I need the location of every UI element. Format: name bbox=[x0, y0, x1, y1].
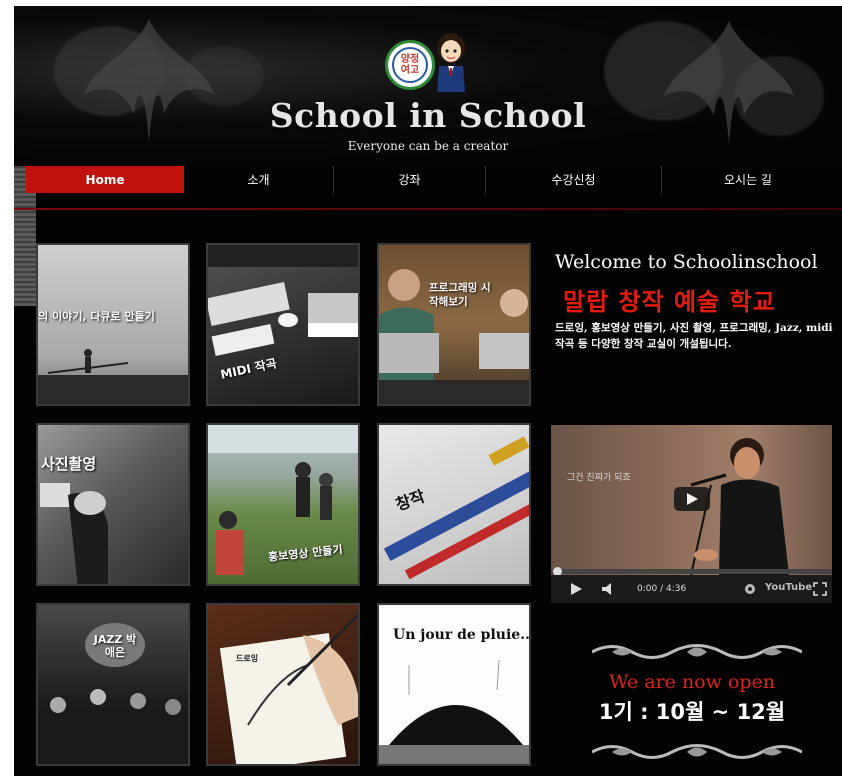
youtube-logo[interactable]: YouTube bbox=[765, 582, 812, 593]
course-tile-creative[interactable]: 창작 bbox=[377, 423, 531, 586]
ornament-bottom-icon bbox=[592, 744, 802, 759]
video-progress-bar[interactable] bbox=[551, 567, 832, 576]
tile-label: 사진촬영 bbox=[41, 455, 97, 473]
course-tile-programming[interactable]: 프로그래밍 시작해보기 bbox=[377, 243, 531, 406]
tile-label: 의 이야기, 다큐로 만들기 bbox=[38, 310, 155, 323]
nav-item-courses[interactable]: 강좌 bbox=[334, 166, 486, 193]
intro-description: 드로잉, 홍보영상 만들기, 사진 촬영, 프로그래밍, Jazz, midi작… bbox=[555, 322, 833, 350]
welcome-text: Welcome to Schoolinschool bbox=[555, 251, 818, 273]
video-caption: 그건 진짜가 되죠 bbox=[567, 473, 631, 483]
site-header: 양정 여고 School in School Everyone can be a… bbox=[14, 6, 842, 166]
video-time: 0:00 / 4:36 bbox=[637, 584, 687, 594]
divider bbox=[14, 208, 842, 210]
course-tile-photography[interactable]: 사진촬영 bbox=[36, 423, 190, 586]
video-player[interactable]: 그건 진짜가 되죠 0:00 / 4:36 YouTube bbox=[551, 425, 832, 603]
course-tile-jazz[interactable]: JAZZ 박애은 bbox=[36, 603, 190, 766]
tribal-ornament-right bbox=[664, 21, 794, 146]
open-announcement: We are now open bbox=[608, 671, 776, 693]
midi-keyboard-photo-icon bbox=[208, 245, 358, 357]
fullscreen-icon[interactable] bbox=[813, 582, 827, 596]
video-controls: 0:00 / 4:36 YouTube bbox=[551, 575, 832, 603]
student-mascot-icon bbox=[437, 33, 465, 92]
play-button[interactable] bbox=[674, 487, 710, 511]
course-tile-midi[interactable]: MIDI 작곡 bbox=[206, 243, 360, 406]
laptop-students-photo-icon bbox=[379, 269, 529, 404]
school-logo[interactable]: 양정 여고 bbox=[385, 32, 477, 96]
ornament-top-icon bbox=[592, 644, 802, 659]
school-headline: 말랍 창작 예술 학교 bbox=[563, 288, 776, 316]
tile-label: 드로잉 bbox=[236, 654, 259, 663]
site-title: School in School bbox=[269, 96, 587, 135]
term-dates: 1기 : 10월 ~ 12월 bbox=[598, 700, 786, 724]
volume-icon[interactable] bbox=[601, 582, 617, 596]
badge-line1: 양정 bbox=[400, 54, 420, 65]
settings-gear-icon[interactable] bbox=[744, 583, 756, 595]
page: 양정 여고 School in School Everyone can be a… bbox=[14, 6, 842, 776]
course-tile-promo-video[interactable]: 홍보영상 만들기 bbox=[206, 423, 360, 586]
drawing-hand-photo-icon bbox=[219, 613, 358, 764]
main-nav: Home 소개 강좌 수강신청 오시는 길 bbox=[26, 166, 834, 193]
tile-label: 프로그래밍 시작해보기 bbox=[429, 282, 491, 308]
site-tagline: Everyone can be a creator bbox=[347, 139, 509, 153]
badge-line2: 여고 bbox=[400, 65, 420, 76]
course-tile-illustration[interactable]: Un jour de pluie... bbox=[377, 603, 531, 766]
tile-label: Un jour de pluie... bbox=[393, 627, 531, 643]
jazz-band-photo-icon bbox=[38, 623, 188, 764]
course-tile-drawing[interactable]: 드로잉 bbox=[206, 603, 360, 766]
course-tile-documentary[interactable]: 의 이야기, 다큐로 만들기 bbox=[36, 243, 190, 406]
camera-photo-icon bbox=[40, 483, 108, 584]
play-icon bbox=[687, 493, 698, 505]
documentary-photo-icon bbox=[38, 349, 188, 404]
play-icon[interactable] bbox=[569, 582, 583, 596]
nav-item-home[interactable]: Home bbox=[26, 166, 184, 193]
nav-item-directions[interactable]: 오시는 길 bbox=[662, 166, 834, 193]
school-emblem-icon: 양정 여고 bbox=[385, 40, 435, 90]
nav-item-registration[interactable]: 수강신청 bbox=[486, 166, 662, 193]
tile-label: JAZZ 박애은 bbox=[93, 633, 137, 659]
nav-item-about[interactable]: 소개 bbox=[184, 166, 334, 193]
